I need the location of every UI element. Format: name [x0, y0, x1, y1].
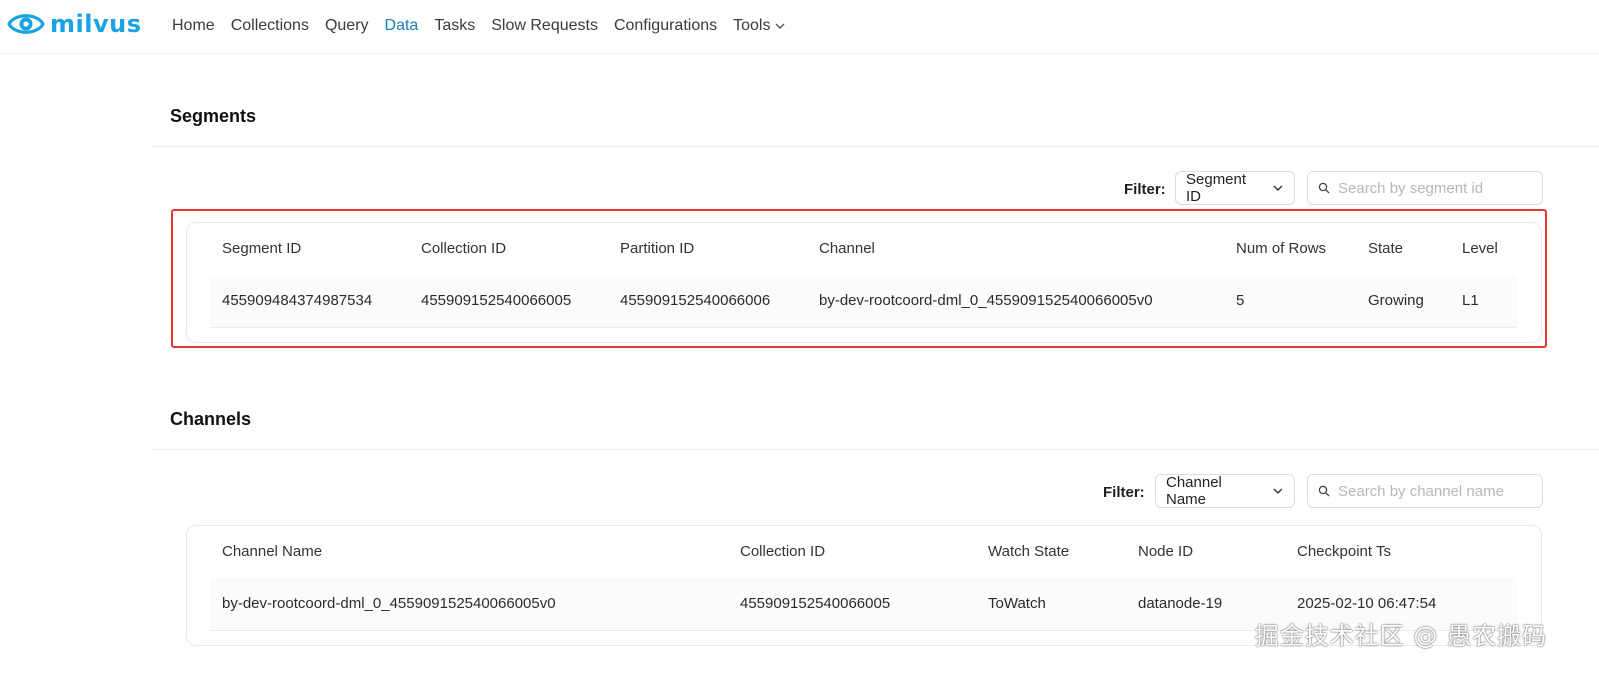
segments-table-header: Segment ID Collection ID Partition ID Ch…	[210, 223, 1517, 276]
col-collection-id: Collection ID	[740, 543, 826, 560]
chevron-down-icon	[775, 23, 785, 29]
cell-channel: by-dev-rootcoord-dml_0_45590915254006600…	[819, 292, 1153, 309]
nav-item-configurations[interactable]: Configurations	[614, 17, 717, 35]
channels-filter-value: Channel Name	[1166, 474, 1222, 508]
nav-item-tools[interactable]: Tools	[733, 17, 786, 35]
eye-logo-icon	[7, 14, 45, 34]
col-partition-id: Partition ID	[620, 240, 695, 257]
segments-filter-label: Filter:	[1124, 181, 1166, 198]
col-checkpoint-ts: Checkpoint Ts	[1297, 543, 1391, 560]
cell-node-id: datanode-19	[1138, 595, 1223, 612]
cell-collection-id: 455909152540066005	[421, 292, 572, 309]
segments-search-input[interactable]	[1336, 178, 1530, 198]
segments-filter-value: Segment ID	[1186, 171, 1247, 205]
cell-partition-id: 455909152540066006	[620, 292, 771, 309]
nav-item-data[interactable]: Data	[385, 17, 419, 35]
col-collection-id: Collection ID	[421, 240, 507, 257]
segments-divider	[153, 146, 1599, 147]
col-channel-name: Channel Name	[222, 543, 323, 560]
segments-table: Segment ID Collection ID Partition ID Ch…	[186, 222, 1542, 343]
cell-num-rows: 5	[1236, 292, 1245, 309]
col-node-id: Node ID	[1138, 543, 1194, 560]
chevron-down-icon	[1273, 185, 1283, 191]
search-icon	[1318, 485, 1330, 497]
nav-tools-label: Tools	[733, 17, 771, 34]
cell-level: L1	[1462, 292, 1479, 309]
nav-item-tasks[interactable]: Tasks	[434, 17, 475, 35]
col-watch-state: Watch State	[988, 543, 1070, 560]
segments-search-box[interactable]	[1307, 171, 1543, 205]
cell-state: Growing	[1368, 292, 1424, 309]
search-icon	[1318, 182, 1330, 194]
table-row[interactable]: 455909484374987534 455909152540066005 45…	[210, 275, 1517, 328]
cell-channel-name: by-dev-rootcoord-dml_0_45590915254006600…	[222, 595, 556, 612]
channels-title: Channels	[170, 409, 252, 429]
channels-divider	[153, 449, 1599, 450]
cell-watch-state: ToWatch	[988, 595, 1046, 612]
cell-segment-id: 455909484374987534	[222, 292, 373, 309]
channels-filter-label: Filter:	[1103, 484, 1145, 501]
col-num-rows: Num of Rows	[1236, 240, 1327, 257]
col-segment-id: Segment ID	[222, 240, 302, 257]
nav-item-collections[interactable]: Collections	[231, 17, 309, 35]
nav-item-home[interactable]: Home	[172, 17, 215, 35]
nav-item-query[interactable]: Query	[325, 17, 369, 35]
main-nav: Home Collections Query Data Tasks Slow R…	[172, 0, 802, 52]
col-state: State	[1368, 240, 1404, 257]
segments-title: Segments	[170, 106, 257, 126]
watermark: 掘金技术社区 @ 愚农搬码	[1254, 622, 1547, 650]
chevron-down-icon	[1273, 488, 1283, 494]
milvus-logo[interactable]: milvus	[6, 8, 141, 40]
segments-filter-select[interactable]: Segment ID	[1175, 171, 1295, 205]
col-channel: Channel	[819, 240, 875, 257]
channels-search-box[interactable]	[1307, 474, 1543, 508]
col-level: Level	[1462, 240, 1498, 257]
channels-table-header: Channel Name Collection ID Watch State N…	[210, 526, 1517, 579]
brand-name: milvus	[50, 10, 142, 38]
top-nav-bar: milvus Home Collections Query Data Tasks…	[0, 0, 1599, 54]
nav-item-slow-requests[interactable]: Slow Requests	[491, 17, 598, 35]
channels-filter-select[interactable]: Channel Name	[1155, 474, 1295, 508]
cell-collection-id: 455909152540066005	[740, 595, 891, 612]
channels-search-input[interactable]	[1336, 481, 1530, 501]
